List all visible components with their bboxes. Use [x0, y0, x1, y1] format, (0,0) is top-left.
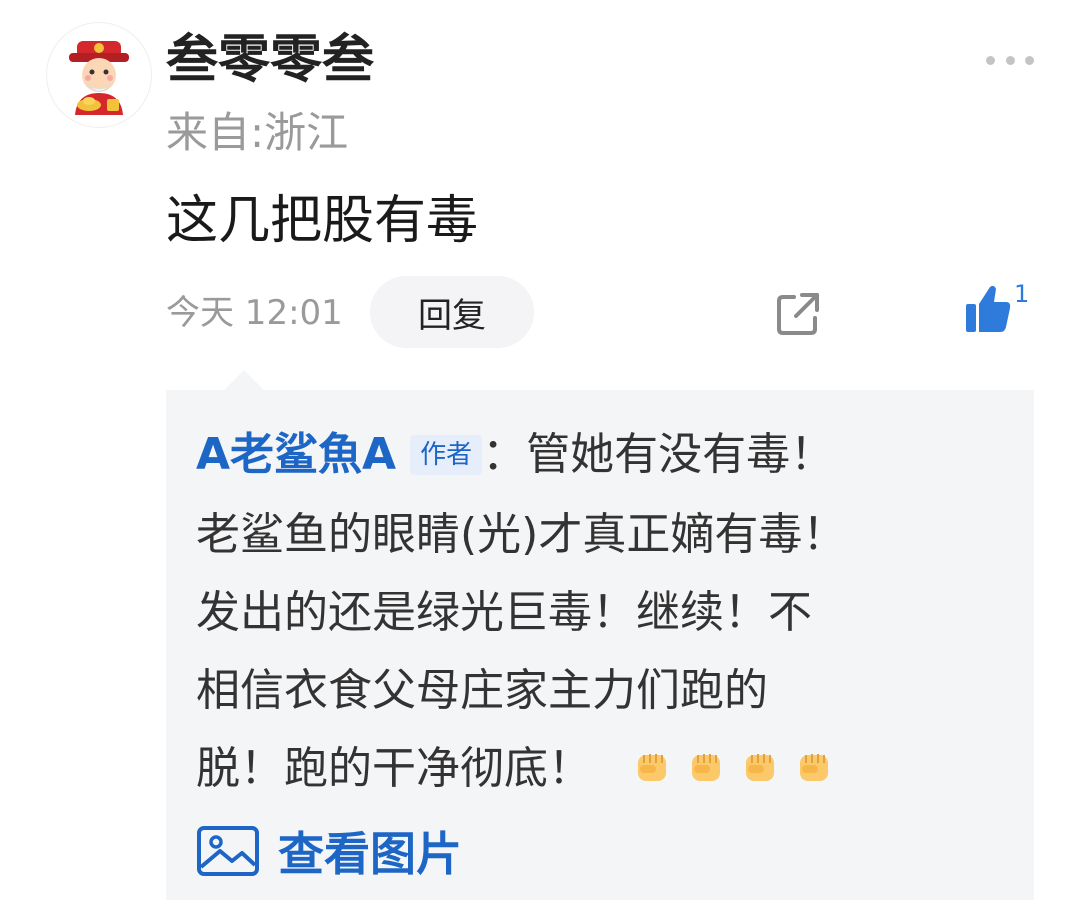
comment-timestamp: 今天 12:01 — [166, 293, 343, 333]
user-avatar[interactable] — [46, 22, 152, 128]
reply-button[interactable]: 回复 — [370, 276, 534, 348]
reply-text-1: ：管她有没有毒！ — [482, 429, 835, 480]
author-reply-box[interactable]: A老鲨魚A 作者 ：管她有没有毒！ 老鲨鱼的眼睛(光)才真正嫡有毒！ 发出的还是绿光… — [166, 390, 1034, 900]
raised-fist-emoji-icon — [746, 754, 774, 781]
raised-fist-emoji-icon — [800, 754, 828, 781]
thumbs-up-icon — [966, 285, 1011, 332]
username[interactable]: 叁零零叁 — [166, 28, 374, 92]
god-of-wealth-avatar-icon — [69, 41, 129, 115]
like-count: 1 — [1014, 280, 1030, 308]
reply-line-3: 发出的还是绿光巨毒！继续！不 — [196, 587, 812, 638]
more-dots-icon — [986, 55, 995, 65]
more-options-button[interactable] — [986, 50, 1034, 70]
view-image-link[interactable]: 查看图片 — [196, 818, 462, 884]
share-external-icon — [777, 293, 819, 335]
reply-line-5: 脱！跑的干净彻底！ — [196, 742, 834, 796]
view-image-label: 查看图片 — [278, 827, 462, 881]
location-label: 来自:浙江 — [166, 108, 349, 157]
reply-pointer — [224, 370, 264, 390]
raised-fist-emoji-icon — [638, 754, 666, 781]
author-badge: 作者 — [410, 435, 483, 475]
reply-line-1: A老鲨魚A 作者 ：管她有没有毒！ — [196, 428, 834, 482]
image-icon — [197, 826, 259, 876]
reply-line-4: 相信衣食父母庄家主力们跑的 — [196, 665, 768, 716]
comment-text: 这几把股有毒 — [166, 191, 479, 251]
more-dot-2 — [1005, 55, 1015, 65]
raised-fist-emoji-icon — [692, 754, 720, 781]
comment-card: 叁零零叁 来自:浙江 这几把股有毒 今天 12:01 回复 1 A老鲨魚A 作者：… — [0, 0, 1080, 900]
reply-line-2: 老鲨鱼的眼睛(光)才真正嫡有毒！ — [196, 509, 847, 560]
reply-text-5: 脱！跑的干净彻底！ — [196, 743, 592, 794]
more-dot-3 — [1025, 55, 1034, 65]
reply-author-name[interactable]: A老鲨魚A — [196, 429, 396, 480]
share-button[interactable] — [774, 290, 822, 338]
